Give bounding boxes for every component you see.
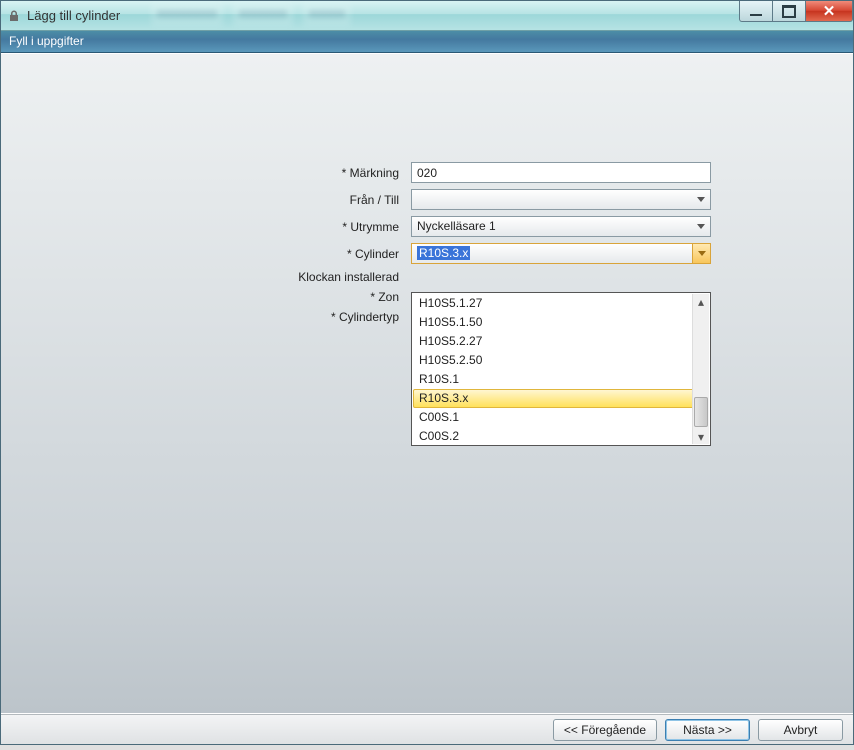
cylinder-option[interactable]: H10S5.1.50: [413, 313, 709, 332]
close-button[interactable]: [805, 1, 853, 22]
cylinder-option-highlighted[interactable]: R10S.3.x: [413, 389, 709, 408]
dropdown-scrollbar[interactable]: ▴ ▾: [692, 294, 709, 444]
cylinder-dropdown[interactable]: H10S5.1.27 H10S5.1.50 H10S5.2.27 H10S5.2…: [411, 292, 711, 446]
cylinder-selected: R10S.3.x: [417, 246, 470, 260]
zon-label: * Zon: [1, 290, 401, 304]
cylindertyp-label: * Cylindertyp: [1, 310, 401, 324]
content-area: * Märkning Från / Till * Utrymme Nyckell…: [1, 53, 853, 713]
markning-input[interactable]: [411, 162, 711, 183]
klockan-label: Klockan installerad: [1, 270, 401, 284]
wizard-step-title: Fyll i uppgifter: [1, 31, 853, 53]
wizard-footer: << Föregående Nästa >> Avbryt: [1, 714, 853, 744]
utrymme-selected: Nyckelläsare 1: [417, 219, 496, 233]
background-blur: xxxxxxxxxxxxxxxxxxxxxxxx: [151, 4, 531, 26]
cylinder-option[interactable]: R10S.1: [413, 370, 709, 389]
cancel-button[interactable]: Avbryt: [758, 719, 843, 741]
titlebar[interactable]: Lägg till cylinder xxxxxxxxxxxxxxxxxxxxx…: [1, 1, 853, 31]
cylinder-option[interactable]: H10S5.2.50: [413, 351, 709, 370]
cylinder-option-list: H10S5.1.27 H10S5.1.50 H10S5.2.27 H10S5.2…: [413, 294, 709, 444]
next-button[interactable]: Nästa >>: [665, 719, 750, 741]
utrymme-label: * Utrymme: [1, 220, 401, 234]
fran-till-combo[interactable]: [411, 189, 711, 210]
fran-till-label: Från / Till: [1, 193, 401, 207]
cylinder-option[interactable]: C00S.1: [413, 408, 709, 427]
cylinder-option[interactable]: C00S.2: [413, 427, 709, 446]
window-controls: [740, 1, 853, 23]
lock-icon: [7, 9, 21, 23]
maximize-button[interactable]: [772, 1, 806, 22]
markning-label: * Märkning: [1, 166, 401, 180]
cylinder-option[interactable]: H10S5.2.27: [413, 332, 709, 351]
chevron-down-icon: [692, 217, 710, 236]
window: Lägg till cylinder xxxxxxxxxxxxxxxxxxxxx…: [0, 0, 854, 745]
scroll-thumb[interactable]: [694, 397, 708, 427]
chevron-down-icon: [692, 190, 710, 209]
window-title: Lägg till cylinder: [27, 8, 120, 23]
cylinder-combo[interactable]: R10S.3.x: [411, 243, 711, 264]
scroll-down-icon[interactable]: ▾: [694, 429, 709, 444]
chevron-down-icon: [692, 244, 710, 263]
utrymme-combo[interactable]: Nyckelläsare 1: [411, 216, 711, 237]
cylinder-option[interactable]: H10S5.1.27: [413, 294, 709, 313]
prev-button[interactable]: << Föregående: [553, 719, 657, 741]
cylinder-label: * Cylinder: [1, 247, 401, 261]
minimize-button[interactable]: [739, 1, 773, 22]
scroll-up-icon[interactable]: ▴: [694, 294, 709, 309]
